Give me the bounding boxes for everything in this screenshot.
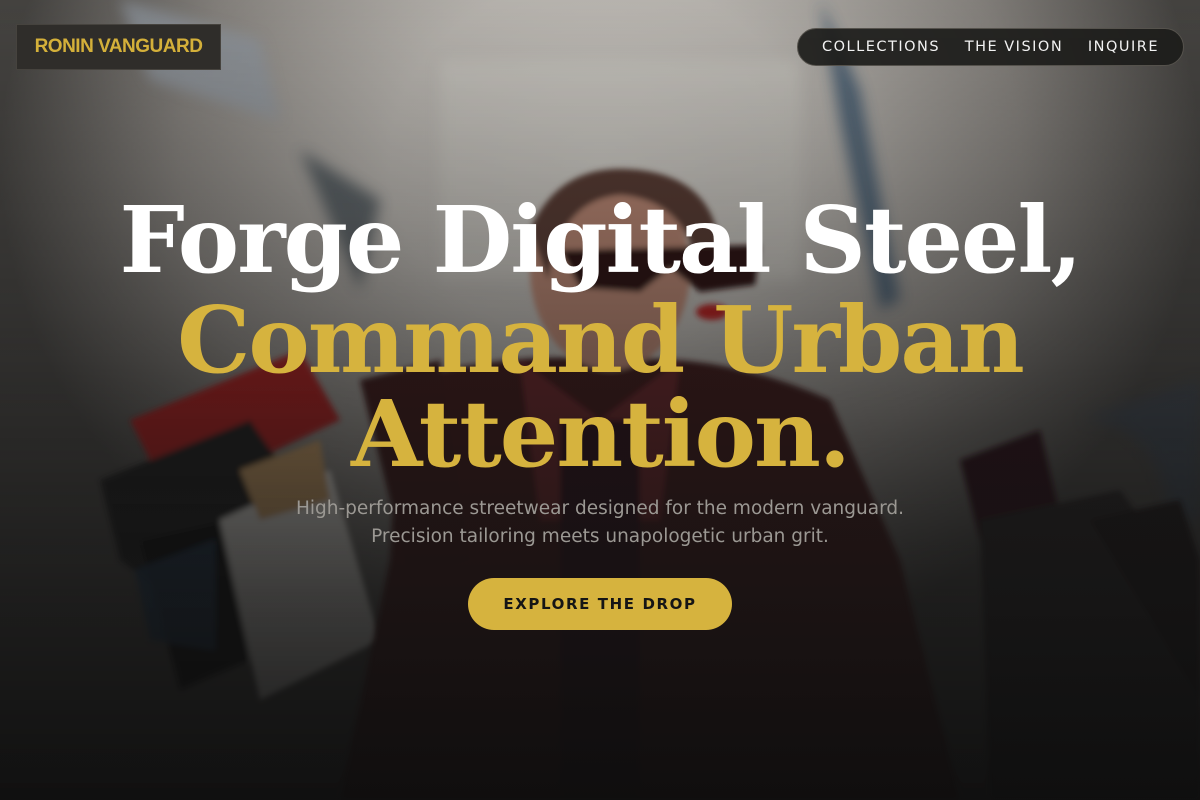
hero-headline-line-3: Attention. <box>351 380 851 488</box>
main-nav: COLLECTIONS THE VISION INQUIRE <box>797 28 1184 66</box>
nav-inquire-link[interactable]: INQUIRE <box>1088 39 1159 55</box>
nav-vision-link[interactable]: THE VISION <box>965 39 1063 55</box>
hero-headline-line-2: Command Urban <box>177 286 1025 394</box>
hero-subcopy-line-1: High-performance streetwear designed for… <box>295 498 904 519</box>
nav-collections-link[interactable]: COLLECTIONS <box>822 39 940 55</box>
brand-logo[interactable]: RONIN VANGUARD <box>16 24 221 70</box>
hero-headline-line-1: Forge Digital Steel, <box>119 186 1082 294</box>
brand-name: RONIN VANGUARD <box>34 36 203 57</box>
hero-subcopy-line-2: Precision tailoring meets unapologetic u… <box>371 526 829 547</box>
explore-drop-button[interactable]: EXPLORE THE DROP <box>468 578 732 630</box>
